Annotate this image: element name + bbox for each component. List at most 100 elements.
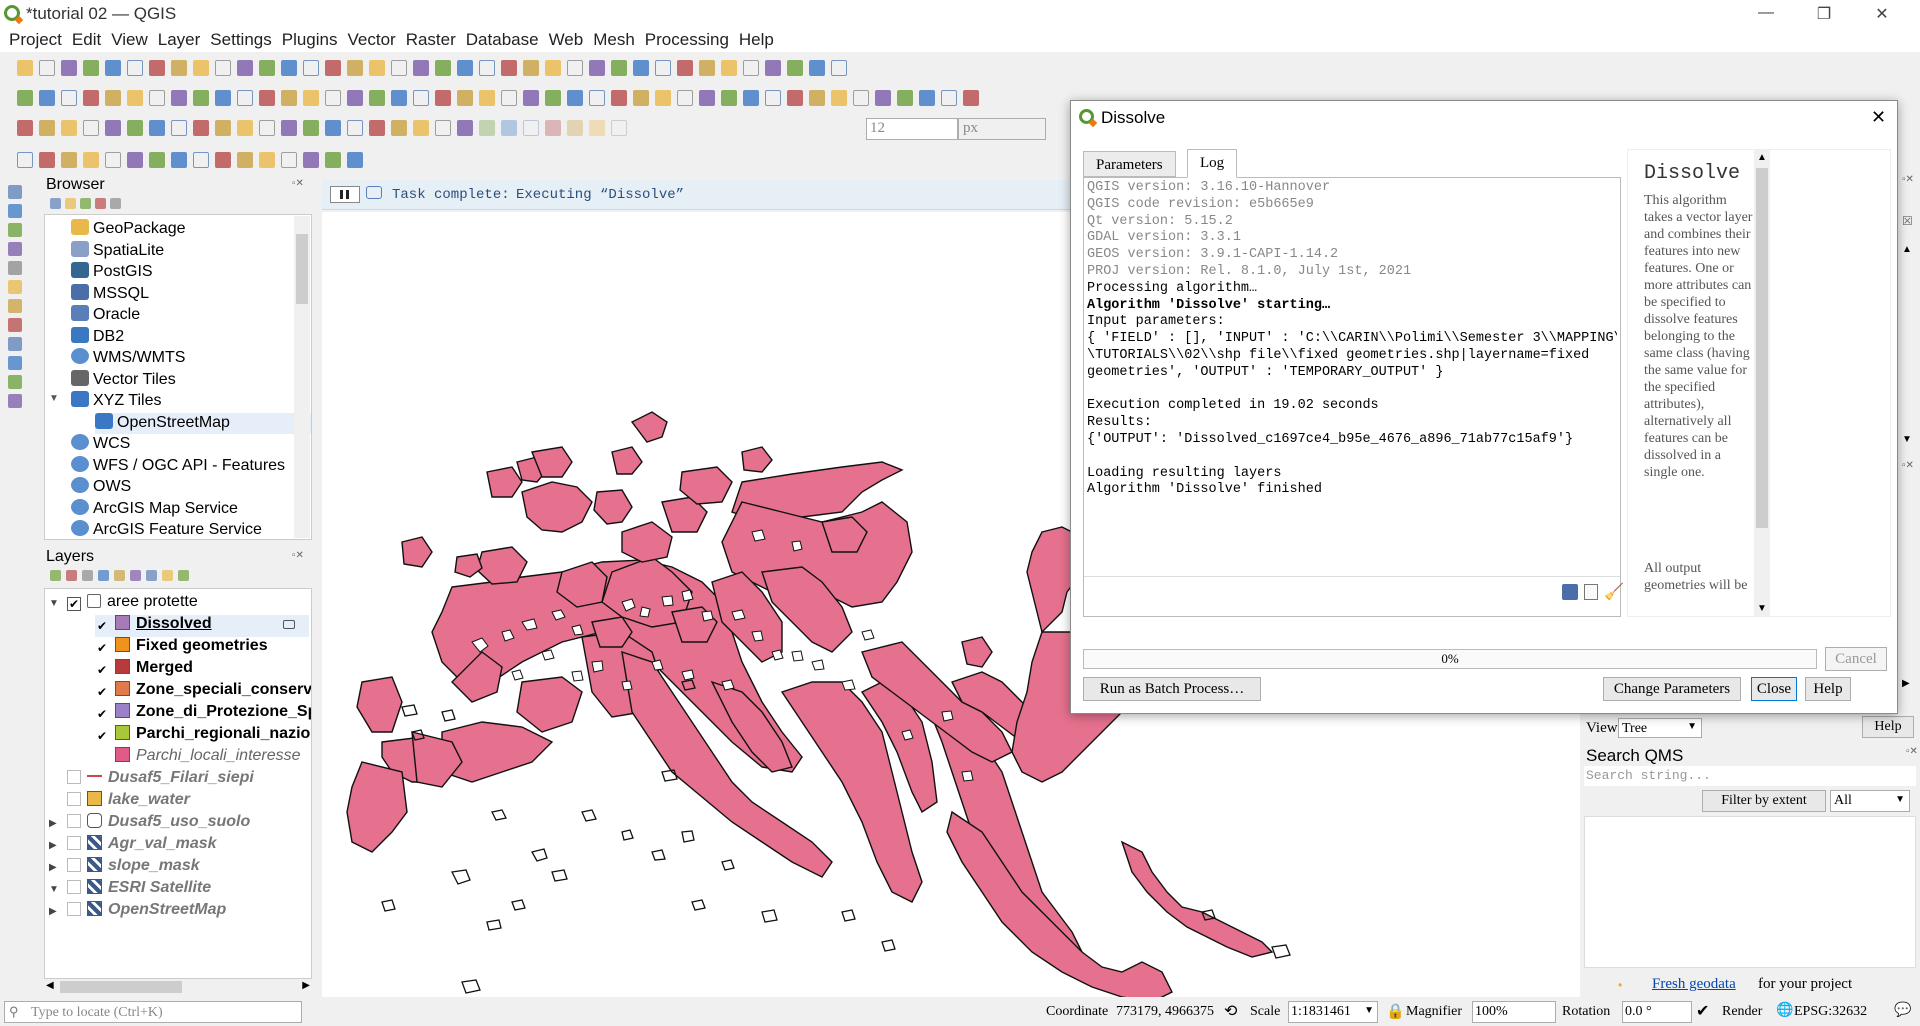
toolbar-tool-icon[interactable]	[677, 60, 693, 76]
properties-icon[interactable]	[110, 198, 121, 209]
toolbar-tool-icon[interactable]	[127, 152, 143, 168]
menu-help[interactable]: Help	[734, 28, 779, 52]
expand-arrow-icon[interactable]: ▶	[49, 840, 61, 851]
toolbar-tool-icon[interactable]	[127, 60, 143, 76]
filter-by-extent-button[interactable]: Filter by extent	[1702, 790, 1826, 812]
toolbar-tool-icon[interactable]	[457, 60, 473, 76]
toolbar-tool-icon[interactable]	[17, 152, 33, 168]
toolbar-tool-icon[interactable]	[941, 90, 957, 106]
refresh-icon[interactable]	[65, 198, 76, 209]
toolbar-tool-icon[interactable]	[523, 60, 539, 76]
toolbar-tool-icon[interactable]	[479, 90, 495, 106]
layer-checkbox[interactable]: ✔	[95, 686, 109, 700]
digitize-tool-icon[interactable]	[8, 394, 22, 408]
toolbar-tool-icon[interactable]	[215, 60, 231, 76]
toolbar-tool-icon[interactable]	[677, 90, 693, 106]
toolbar-tool-icon[interactable]	[325, 60, 341, 76]
dialog-close-icon[interactable]: ✕	[1871, 107, 1886, 128]
digitize-tool-icon[interactable]	[8, 261, 22, 275]
toolbar-tool-icon[interactable]	[787, 60, 803, 76]
render-checkbox[interactable]: ✔	[1696, 1001, 1709, 1021]
toolbar-tool-icon[interactable]	[281, 60, 297, 76]
unit-select[interactable]: px	[958, 118, 1046, 140]
toolbar-tool-icon[interactable]	[765, 60, 781, 76]
layer-checkbox[interactable]	[67, 880, 81, 894]
toolbar-tool-icon[interactable]	[105, 90, 121, 106]
toolbar-tool-icon[interactable]	[149, 60, 165, 76]
expand-arrow-icon[interactable]: ▼	[49, 884, 61, 895]
toolbar-tool-icon[interactable]	[369, 90, 385, 106]
visibility-icon[interactable]	[82, 570, 93, 581]
toolbar-tool-icon[interactable]	[61, 152, 77, 168]
toolbar-tool-icon[interactable]	[897, 90, 913, 106]
expand-arrow-icon[interactable]: ▶	[49, 862, 61, 873]
coordinate-field[interactable]: 773179, 4966375	[1116, 1001, 1220, 1023]
toolbar-tool-icon[interactable]	[919, 90, 935, 106]
digitize-tool-icon[interactable]	[8, 356, 22, 370]
toolbar-tool-icon[interactable]	[61, 120, 77, 136]
view-select[interactable]: Tree ▼	[1618, 718, 1702, 738]
restore-button[interactable]: ❐	[1804, 4, 1844, 24]
toolbar-tool-icon[interactable]	[259, 60, 275, 76]
layer-row-dissolved[interactable]: ✔ Dissolved	[95, 615, 309, 637]
toolbar-tool-icon[interactable]	[193, 60, 209, 76]
log-text[interactable]: QGIS version: 3.16.10-Hannover QGIS code …	[1087, 180, 1617, 576]
toolbar-tool-icon[interactable]	[83, 152, 99, 168]
toolbar-tool-icon[interactable]	[743, 60, 759, 76]
toolbar-tool-icon[interactable]	[809, 90, 825, 106]
remove-layer-icon[interactable]	[162, 570, 173, 581]
toolbar-tool-icon[interactable]	[567, 90, 583, 106]
collapse-all-icon[interactable]	[146, 570, 157, 581]
digitize-tool-icon[interactable]	[8, 204, 22, 218]
toolbar-tool-icon[interactable]	[215, 90, 231, 106]
collapse-icon[interactable]	[95, 198, 106, 209]
toolbar-tool-icon[interactable]	[633, 90, 649, 106]
browser-item-vector-tiles[interactable]: Vector Tiles	[71, 369, 176, 391]
tab-log[interactable]: Log	[1187, 149, 1238, 178]
browser-item-arcgis-feature-service[interactable]: ArcGIS Feature Service	[71, 520, 262, 539]
toolbar-tool-icon[interactable]	[567, 120, 583, 136]
toolbar-tool-icon[interactable]	[435, 120, 451, 136]
toolbar-tool-icon[interactable]	[391, 120, 407, 136]
layer-checkbox[interactable]	[67, 858, 81, 872]
browser-item-arcgis-map-service[interactable]: ArcGIS Map Service	[71, 498, 238, 520]
toolbar-tool-icon[interactable]	[325, 120, 341, 136]
toolbar-tool-icon[interactable]	[127, 90, 143, 106]
toolbar-tool-icon[interactable]	[259, 152, 275, 168]
layer-row-merged[interactable]: ✔ Merged	[95, 659, 193, 681]
layer-row-parchi-locali-interesse[interactable]: Parchi_locali_interesse	[95, 747, 301, 769]
menu-raster[interactable]: Raster	[401, 28, 461, 52]
toolbar-tool-icon[interactable]	[105, 120, 121, 136]
toolbar-tool-icon[interactable]	[523, 120, 539, 136]
toolbar-tool-icon[interactable]	[61, 60, 77, 76]
toolbar-tool-icon[interactable]	[281, 120, 297, 136]
layer-checkbox[interactable]: ✔	[95, 664, 109, 678]
expand-arrow-icon[interactable]: ▶	[49, 906, 61, 917]
toolbar-tool-icon[interactable]	[303, 120, 319, 136]
layer-row-agr-val-mask[interactable]: ▶ Agr_val_mask	[49, 835, 217, 857]
menu-processing[interactable]: Processing	[640, 28, 734, 52]
toolbar-tool-icon[interactable]	[633, 60, 649, 76]
browser-item-ows[interactable]: OWS	[71, 477, 131, 498]
layer-checkbox[interactable]	[95, 748, 109, 762]
toolbar-tool-icon[interactable]	[325, 152, 341, 168]
toolbar-tool-icon[interactable]	[303, 60, 319, 76]
layers-hscrollbar[interactable]: ◀ ▶	[44, 978, 312, 994]
toolbar-tool-icon[interactable]	[655, 90, 671, 106]
toolbar-tool-icon[interactable]	[809, 60, 825, 76]
toolbar-tool-icon[interactable]	[479, 120, 495, 136]
save-log-icon[interactable]	[1562, 584, 1578, 600]
close-button[interactable]: Close	[1751, 677, 1797, 701]
toolbar-tool-icon[interactable]	[237, 152, 253, 168]
toolbar-tool-icon[interactable]	[17, 120, 33, 136]
menu-project[interactable]: Project	[4, 28, 67, 52]
layer-row-dusaf5-uso-suolo[interactable]: ▶ Dusaf5_uso_suolo	[49, 813, 250, 835]
expand-icon[interactable]	[130, 570, 141, 581]
toolbar-tool-icon[interactable]	[149, 152, 165, 168]
toolbar-tool-icon[interactable]	[501, 60, 517, 76]
cancel-button[interactable]: Cancel	[1825, 647, 1887, 671]
toolbar-tool-icon[interactable]	[303, 152, 319, 168]
digitize-tool-icon[interactable]	[8, 318, 22, 332]
toolbar-tool-icon[interactable]	[721, 60, 737, 76]
toolbar-tool-icon[interactable]	[171, 152, 187, 168]
